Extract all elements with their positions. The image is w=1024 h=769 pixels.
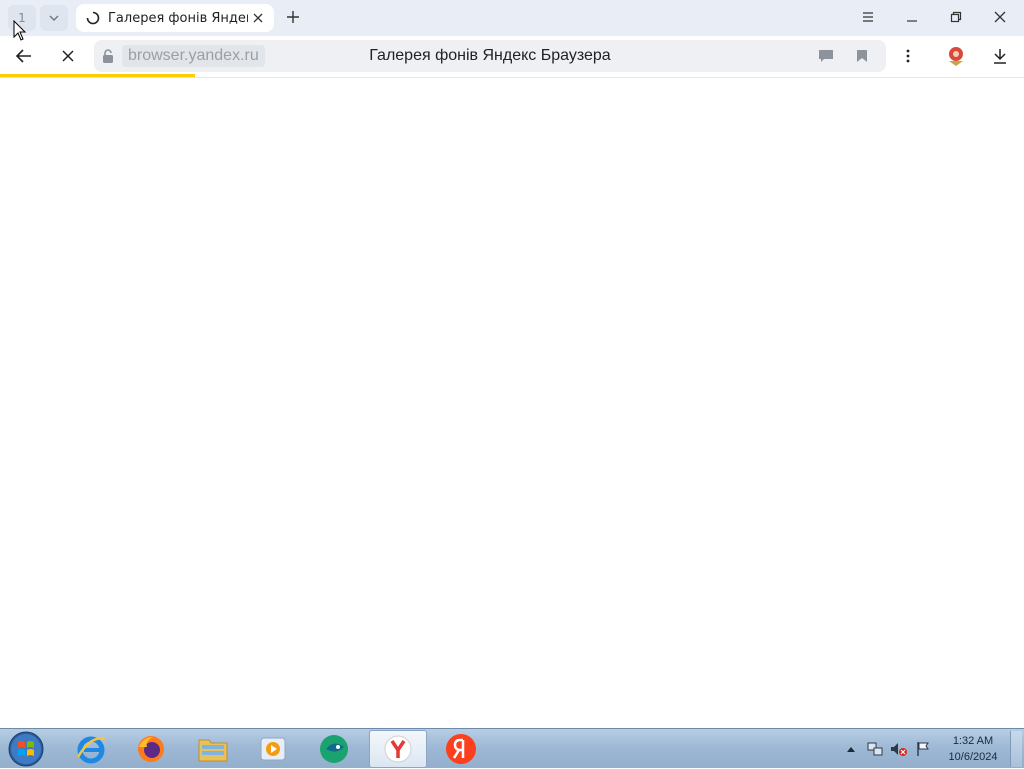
- taskbar-firefox[interactable]: [122, 730, 180, 768]
- internet-explorer-icon: [76, 736, 106, 764]
- media-player-icon: [260, 737, 286, 761]
- new-tab-button[interactable]: [282, 6, 304, 28]
- reviews-button[interactable]: [816, 46, 836, 66]
- firefox-icon: [138, 736, 164, 762]
- stop-loading-button[interactable]: [56, 45, 80, 67]
- tray-action-center[interactable]: [912, 729, 934, 769]
- close-window-icon: [994, 11, 1006, 23]
- restore-button[interactable]: [944, 6, 968, 28]
- close-icon: [253, 13, 263, 23]
- tab-list-button[interactable]: [40, 5, 68, 31]
- tray-network[interactable]: [864, 729, 886, 769]
- bookmark-button[interactable]: [852, 46, 872, 66]
- yandex-icon: [446, 734, 476, 764]
- stop-icon: [62, 50, 74, 62]
- restore-icon: [950, 11, 962, 23]
- navigation-bar: browser.yandex.ru Галерея фонів Яндекс Б…: [0, 36, 1024, 76]
- loading-spinner-icon: [86, 11, 100, 25]
- address-bar[interactable]: browser.yandex.ru Галерея фонів Яндекс Б…: [94, 40, 886, 72]
- back-button[interactable]: [12, 45, 36, 67]
- show-hidden-icons-button[interactable]: [844, 729, 858, 769]
- page-content: [0, 78, 1024, 728]
- tab-close-button[interactable]: [250, 10, 266, 26]
- close-window-button[interactable]: [988, 6, 1012, 28]
- windows-taskbar: 1:32 AM 10/6/2024: [0, 728, 1024, 768]
- tab-active[interactable]: Галерея фонів Яндекс Браузера: [76, 4, 274, 32]
- tab-list-chevron-icon: [49, 15, 59, 21]
- flag-icon: [917, 742, 929, 756]
- download-icon: [994, 49, 1006, 64]
- tray-volume[interactable]: [888, 729, 910, 769]
- taskbar-chat-app[interactable]: [306, 730, 364, 768]
- tab-strip: 1 Галерея фонів Яндекс Браузера: [0, 0, 1024, 36]
- taskbar-internet-explorer[interactable]: [62, 730, 120, 768]
- volume-muted-icon: [891, 743, 907, 756]
- minimize-button[interactable]: [900, 6, 924, 28]
- show-desktop-button[interactable]: [1010, 731, 1022, 767]
- bookmark-icon: [857, 50, 867, 62]
- clock-date: 10/6/2024: [948, 751, 998, 763]
- menu-icon: [863, 12, 873, 22]
- address-domain[interactable]: browser.yandex.ru: [122, 45, 265, 67]
- extension-icon: [949, 47, 963, 66]
- taskbar-yandex[interactable]: [432, 730, 490, 768]
- browser-menu-button[interactable]: [856, 6, 880, 28]
- taskbar-file-explorer[interactable]: [184, 730, 242, 768]
- back-arrow-icon: [15, 49, 31, 63]
- more-vertical-icon: [906, 49, 910, 63]
- extension-button[interactable]: [944, 45, 968, 67]
- downloads-button[interactable]: [988, 45, 1012, 67]
- plus-icon: [287, 11, 299, 23]
- yandex-browser-icon: [384, 735, 412, 763]
- lock-icon: [103, 49, 113, 63]
- chevron-up-icon: [847, 747, 855, 752]
- clock-time: 1:32 AM: [952, 735, 994, 747]
- taskbar-yandex-browser[interactable]: [369, 730, 427, 768]
- chat-app-icon: [320, 735, 348, 763]
- windows-start-icon: [8, 731, 44, 767]
- network-icon: [867, 742, 883, 756]
- taskbar-clock[interactable]: 1:32 AM 10/6/2024: [942, 733, 1004, 765]
- start-button[interactable]: [6, 730, 46, 768]
- tab-title: Галерея фонів Яндекс Браузера: [108, 10, 248, 26]
- reviews-icon: [819, 50, 833, 62]
- taskbar-media-player[interactable]: [244, 730, 302, 768]
- minimize-icon: [907, 20, 917, 22]
- folder-icon: [198, 739, 228, 762]
- site-info-button[interactable]: [98, 46, 118, 66]
- more-options-button[interactable]: [896, 45, 920, 67]
- mouse-cursor-icon: [13, 20, 27, 41]
